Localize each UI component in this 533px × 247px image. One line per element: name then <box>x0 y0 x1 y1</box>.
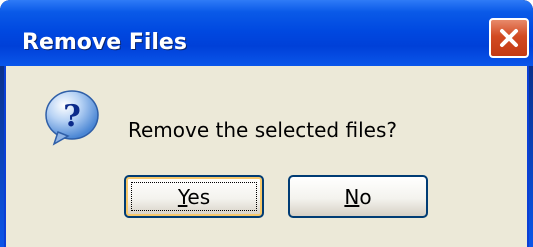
yes-button[interactable]: Yes <box>124 175 264 218</box>
window-title: Remove Files <box>22 30 187 55</box>
svg-text:?: ? <box>63 99 81 134</box>
no-label-rest: o <box>359 184 372 209</box>
close-icon <box>498 27 520 49</box>
dialog-body: ? Remove the selected files? Yes No <box>4 66 529 247</box>
dialog-message: Remove the selected files? <box>128 118 397 142</box>
yes-label-rest: es <box>187 184 211 209</box>
no-mnemonic: N <box>344 184 360 209</box>
close-button[interactable] <box>489 18 529 58</box>
yes-button-label: Yes <box>178 185 210 209</box>
question-icon: ? <box>42 88 102 148</box>
no-button-label: No <box>344 185 371 209</box>
no-button[interactable]: No <box>288 175 428 218</box>
dialog-window: Remove Files ? Remove the selected files… <box>0 0 533 247</box>
title-bar[interactable]: Remove Files <box>0 0 533 66</box>
yes-mnemonic: Y <box>177 184 188 209</box>
